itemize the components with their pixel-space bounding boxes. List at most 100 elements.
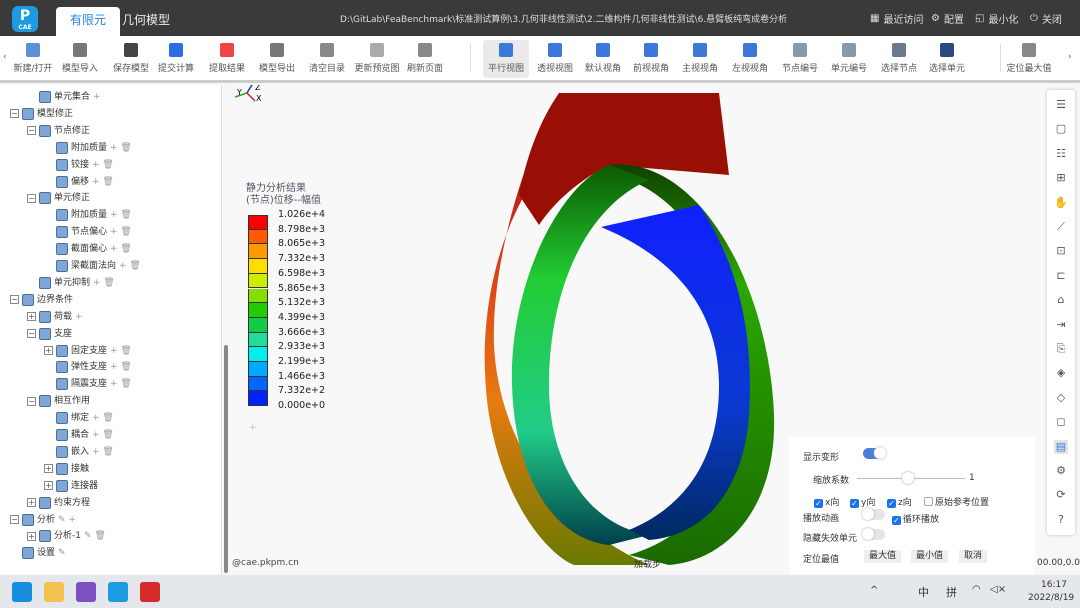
toolbar-button[interactable]: 更新预览图: [354, 40, 400, 78]
tree-node-actions[interactable]: + 🗑: [110, 241, 132, 257]
tree-node-actions[interactable]: ✎ +: [58, 512, 76, 528]
tree-node-actions[interactable]: + 🗑: [110, 343, 132, 359]
close-button[interactable]: ⏻ 关闭: [1030, 11, 1062, 26]
focus-icon[interactable]: ⊡: [1054, 244, 1068, 258]
max-button[interactable]: 最大值: [864, 550, 902, 563]
recent-button[interactable]: ▦ 最近访问: [870, 11, 923, 26]
toolbar-button[interactable]: 左视视角: [727, 40, 773, 78]
toolbar-button[interactable]: 模型导入: [57, 40, 103, 78]
explorer-icon[interactable]: [44, 582, 64, 602]
tree-node-actions[interactable]: + 🗑: [110, 140, 132, 156]
grid-icon[interactable]: ⊞: [1054, 171, 1068, 185]
tree-node-actions[interactable]: + 🗑: [110, 224, 132, 240]
tree-node-actions[interactable]: + 🗑: [93, 275, 115, 291]
tree-node-actions[interactable]: +: [75, 309, 83, 325]
tree-node-actions[interactable]: +: [93, 89, 101, 105]
tree-node[interactable]: 节点偏心 + 🗑: [44, 224, 132, 240]
result-icon[interactable]: ▤: [1054, 439, 1068, 454]
minimize-button[interactable]: ◱ 最小化: [975, 11, 1018, 26]
tree-node-actions[interactable]: + 🗑: [110, 207, 132, 223]
start-icon[interactable]: [12, 582, 32, 602]
toolbar-button[interactable]: 提交计算: [153, 40, 199, 78]
tree-node-actions[interactable]: + 🗑: [110, 359, 132, 375]
ime-pinyin[interactable]: 拼: [946, 584, 957, 600]
anim-toggle[interactable]: [862, 508, 885, 520]
tree-node[interactable]: 设置 ✎: [10, 545, 66, 561]
tree-node-actions[interactable]: + 🗑: [92, 410, 114, 426]
tree-node[interactable]: − 相互作用: [27, 393, 93, 409]
expand-toggle[interactable]: +: [27, 531, 36, 541]
min-button[interactable]: 最小值: [911, 550, 949, 563]
tree-scrollbar[interactable]: [224, 345, 228, 573]
tag-icon[interactable]: ⌂: [1054, 293, 1068, 307]
tree-node[interactable]: 耦合 + 🗑: [44, 427, 114, 443]
orig-ref-checkbox[interactable]: 原始参考位置: [924, 495, 989, 508]
tree-node[interactable]: 梁截面法向 + 🗑: [44, 258, 141, 274]
tree-node-actions[interactable]: + 🗑: [92, 427, 114, 443]
tree-node[interactable]: 偏移 + 🗑: [44, 174, 114, 190]
toolbar-button[interactable]: 单元编号: [826, 40, 872, 78]
expand-toggle[interactable]: −: [10, 295, 19, 305]
expand-toggle[interactable]: −: [27, 193, 36, 203]
tree-node[interactable]: − 支座: [27, 326, 75, 342]
tree-node-actions[interactable]: ✎ 🗑: [84, 528, 106, 544]
toolbar-button[interactable]: 定位最大值: [1006, 40, 1052, 78]
list-icon[interactable]: ☷: [1054, 147, 1068, 161]
tree-node[interactable]: − 分析 ✎ +: [10, 512, 76, 528]
scroll-right-icon[interactable]: ›: [1068, 52, 1072, 62]
toolbar-button[interactable]: 选择单元: [924, 40, 970, 78]
gear-icon[interactable]: ⚙: [1054, 464, 1068, 478]
tree-node[interactable]: 铰接 + 🗑: [44, 157, 114, 173]
tree-node[interactable]: + 荷载 +: [27, 309, 83, 325]
toolbar-button[interactable]: 默认视角: [580, 40, 626, 78]
tree-node-actions[interactable]: + 🗑: [92, 157, 114, 173]
expand-toggle[interactable]: −: [10, 515, 19, 524]
expand-toggle[interactable]: −: [27, 396, 36, 406]
tree-node[interactable]: 绑定 + 🗑: [44, 410, 114, 426]
expand-toggle[interactable]: −: [10, 109, 19, 119]
tree-node-actions[interactable]: + 🗑: [119, 258, 141, 274]
toolbar-button[interactable]: 新建/打开: [10, 40, 56, 78]
tree-node-actions[interactable]: ✎: [58, 545, 66, 561]
toolbar-button[interactable]: 前视视角: [628, 40, 674, 78]
box-check-icon[interactable]: ◇: [1054, 391, 1068, 405]
expand-toggle[interactable]: +: [27, 498, 36, 508]
visual-studio-icon[interactable]: [76, 582, 96, 602]
tree-node[interactable]: + 约束方程: [27, 495, 93, 511]
toolbar-button[interactable]: 节点编号: [777, 40, 823, 78]
tree-node[interactable]: + 接触: [44, 461, 92, 477]
tree-node[interactable]: 单元抑制 + 🗑: [27, 275, 115, 291]
toolbar-button[interactable]: 刷新页面: [402, 40, 448, 78]
toolbar-button[interactable]: 提取结果: [204, 40, 250, 78]
expand-toggle[interactable]: −: [27, 329, 36, 339]
hand-icon[interactable]: ✋: [1054, 196, 1068, 210]
tree-node-actions[interactable]: + 🗑: [92, 444, 114, 460]
ruler-icon[interactable]: ⟋: [1054, 220, 1068, 234]
tree-node[interactable]: 嵌入 + 🗑: [44, 444, 114, 460]
x-checkbox[interactable]: ✓ x向: [814, 495, 839, 508]
scroll-left-icon[interactable]: ‹: [3, 52, 7, 62]
tree-node[interactable]: 单元集合 +: [27, 89, 101, 105]
tree-node[interactable]: 附加质量 + 🗑: [44, 140, 132, 156]
loop-checkbox[interactable]: ✓ 循环播放: [892, 512, 939, 525]
clip-icon[interactable]: ⎘: [1054, 342, 1068, 356]
tree-node[interactable]: + 固定支座 + 🗑: [44, 343, 132, 359]
help-icon[interactable]: ?: [1054, 513, 1068, 527]
config-button[interactable]: ⚙ 配置: [931, 11, 964, 26]
mute-icon[interactable]: ◁×: [990, 584, 1006, 595]
section-icon[interactable]: ⊏: [1054, 269, 1068, 283]
toolbar-button[interactable]: 主视视角: [677, 40, 723, 78]
tree-node[interactable]: − 模型修正: [10, 106, 76, 122]
y-checkbox[interactable]: ✓ y向: [850, 495, 875, 508]
z-checkbox[interactable]: ✓ z向: [887, 495, 912, 508]
tree-node[interactable]: 截面偏心 + 🗑: [44, 241, 132, 257]
tree-node[interactable]: − 节点修正: [27, 123, 93, 139]
toolbar-button[interactable]: 透视视图: [532, 40, 578, 78]
tree-node[interactable]: 隔震支座 + 🗑: [44, 376, 132, 392]
export-icon[interactable]: ⇥: [1054, 318, 1068, 332]
cancel-button[interactable]: 取消: [959, 550, 988, 563]
cube-icon[interactable]: ▢: [1054, 122, 1068, 136]
toolbar-button[interactable]: 保存模型: [108, 40, 154, 78]
box-icon[interactable]: ◈: [1054, 366, 1068, 380]
wifi-icon[interactable]: ◠: [972, 584, 981, 595]
